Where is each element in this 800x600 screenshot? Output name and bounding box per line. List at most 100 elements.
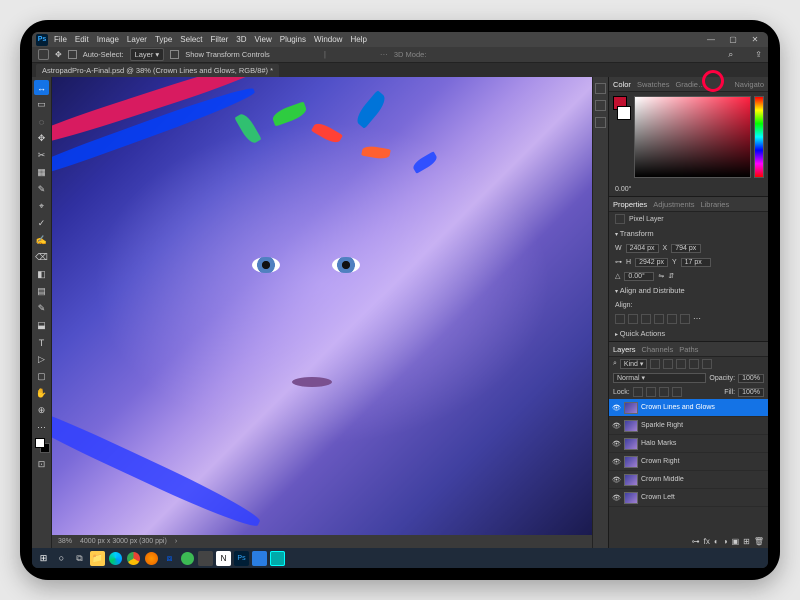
layer-name[interactable]: Crown Right	[641, 458, 765, 465]
edit-toolbar[interactable]: ⋯	[34, 420, 49, 435]
explorer-icon[interactable]: 📁	[90, 551, 105, 566]
align-top-icon[interactable]	[654, 314, 664, 324]
distribute-icon[interactable]	[364, 50, 374, 60]
align-icon[interactable]	[292, 50, 302, 60]
layer-item[interactable]: 👁 Crown Middle	[609, 471, 768, 489]
link-layers-icon[interactable]: ⊶	[692, 537, 700, 546]
tab-color[interactable]: Color	[613, 80, 631, 89]
layer-item[interactable]: 👁Crown Lines and Glows	[609, 399, 768, 417]
document-tab[interactable]: AstropadPro-A-Final.psd @ 38% (Crown Lin…	[36, 64, 279, 77]
dodge-tool[interactable]: ⬓	[34, 318, 49, 333]
layer-item[interactable]: 👁Crown Right	[609, 453, 768, 471]
pen-tool[interactable]: ▷	[34, 352, 49, 367]
astropad-icon[interactable]	[270, 551, 285, 566]
y-field[interactable]: 17 px	[681, 258, 711, 267]
layer-name[interactable]: Crown Middle	[641, 476, 765, 483]
menu-layer[interactable]: Layer	[125, 35, 149, 44]
close-button[interactable]: ✕	[746, 35, 764, 44]
photoshop-taskbar-icon[interactable]: Ps	[234, 551, 249, 566]
align-icon[interactable]	[308, 50, 318, 60]
visibility-icon[interactable]: 👁	[612, 476, 621, 484]
layer-item[interactable]: 👁Sparkle Right	[609, 417, 768, 435]
background-color[interactable]	[617, 106, 631, 120]
edge-icon[interactable]	[108, 551, 123, 566]
canvas[interactable]	[52, 77, 592, 535]
panel-icon[interactable]	[595, 117, 606, 128]
marquee-tool[interactable]: ▭	[34, 97, 49, 112]
workspace-icon[interactable]	[739, 50, 749, 60]
frame-tool[interactable]: ▦	[34, 165, 49, 180]
angle-field[interactable]: 0.00°	[624, 272, 654, 281]
zoom-tool[interactable]: ⊕	[34, 403, 49, 418]
saturation-brightness-field[interactable]	[634, 96, 751, 178]
layer-name[interactable]: Sparkle Right	[641, 422, 765, 429]
filter-kind-dropdown[interactable]: Kind ▾	[620, 359, 647, 369]
panel-icon[interactable]	[595, 83, 606, 94]
move-tool[interactable]: ↔	[34, 80, 49, 95]
align-bottom-icon[interactable]	[680, 314, 690, 324]
layer-thumbnail[interactable]	[624, 456, 638, 468]
layer-thumbnail[interactable]	[624, 420, 638, 432]
maximize-button[interactable]: ▢	[724, 35, 742, 44]
start-button[interactable]: ⊞	[36, 551, 51, 566]
task-view-icon[interactable]: ⧉	[72, 551, 87, 566]
dropbox-icon[interactable]: ⧈	[162, 551, 177, 566]
status-chevron-icon[interactable]: ›	[175, 538, 177, 545]
align-right-icon[interactable]	[641, 314, 651, 324]
tab-swatches[interactable]: Swatches	[637, 80, 670, 89]
menu-file[interactable]: File	[52, 35, 69, 44]
quick-mask-tool[interactable]: ⊡	[34, 457, 49, 472]
visibility-icon[interactable]: 👁	[612, 440, 621, 448]
auto-select-dropdown[interactable]: Layer ▾	[130, 48, 165, 61]
lock-pos-icon[interactable]	[659, 387, 669, 397]
distribute-icon[interactable]	[348, 50, 358, 60]
brush-tool[interactable]: ✓	[34, 216, 49, 231]
width-field[interactable]: 2404 px	[626, 244, 659, 253]
tab-channels[interactable]: Channels	[642, 345, 674, 354]
filter-type-icon[interactable]	[676, 359, 686, 369]
align-section[interactable]: Align and Distribute	[609, 283, 768, 298]
crop-tool[interactable]: ✂	[34, 148, 49, 163]
type-tool[interactable]: T	[34, 335, 49, 350]
notion-icon[interactable]: N	[216, 551, 231, 566]
transform-section[interactable]: Transform	[609, 226, 768, 241]
menu-filter[interactable]: Filter	[209, 35, 231, 44]
menu-plugins[interactable]: Plugins	[278, 35, 308, 44]
tab-adjustments[interactable]: Adjustments	[653, 200, 694, 209]
zoom-level[interactable]: 38%	[58, 538, 72, 545]
layer-item[interactable]: 👁 Halo Marks	[609, 435, 768, 453]
align-left-icon[interactable]	[615, 314, 625, 324]
tab-layers[interactable]: Layers	[613, 345, 636, 354]
lock-image-icon[interactable]	[646, 387, 656, 397]
filter-shape-icon[interactable]	[689, 359, 699, 369]
app-icon[interactable]	[198, 551, 213, 566]
share-icon[interactable]: ⇪	[755, 50, 762, 59]
search-icon[interactable]: ⌕	[613, 360, 617, 368]
shape-tool[interactable]: ▢	[34, 369, 49, 384]
color-swatches[interactable]	[613, 96, 631, 178]
menu-type[interactable]: Type	[153, 35, 174, 44]
firefox-icon[interactable]	[144, 551, 159, 566]
align-center-v-icon[interactable]	[667, 314, 677, 324]
opacity-field[interactable]: 100%	[738, 374, 764, 383]
lock-trans-icon[interactable]	[633, 387, 643, 397]
menu-window[interactable]: Window	[312, 35, 344, 44]
eyedropper-tool[interactable]: ✎	[34, 182, 49, 197]
search-icon[interactable]: ⌕	[728, 49, 733, 60]
app-icon[interactable]	[252, 551, 267, 566]
color-swatch[interactable]	[34, 437, 49, 455]
lock-all-icon[interactable]	[672, 387, 682, 397]
home-icon[interactable]	[38, 49, 49, 60]
filter-adj-icon[interactable]	[663, 359, 673, 369]
align-center-h-icon[interactable]	[628, 314, 638, 324]
layer-thumbnail[interactable]	[624, 438, 638, 450]
layer-name[interactable]: Halo Marks	[641, 440, 765, 447]
blur-tool[interactable]: ✎	[34, 301, 49, 316]
more-icon[interactable]: ⋯	[693, 314, 701, 324]
menu-image[interactable]: Image	[95, 35, 121, 44]
auto-select-checkbox[interactable]	[68, 50, 77, 59]
new-adj-icon[interactable]: ◑	[723, 537, 728, 546]
new-group-icon[interactable]: ▣	[732, 537, 740, 546]
filter-pixel-icon[interactable]	[650, 359, 660, 369]
layer-thumbnail[interactable]	[624, 474, 638, 486]
